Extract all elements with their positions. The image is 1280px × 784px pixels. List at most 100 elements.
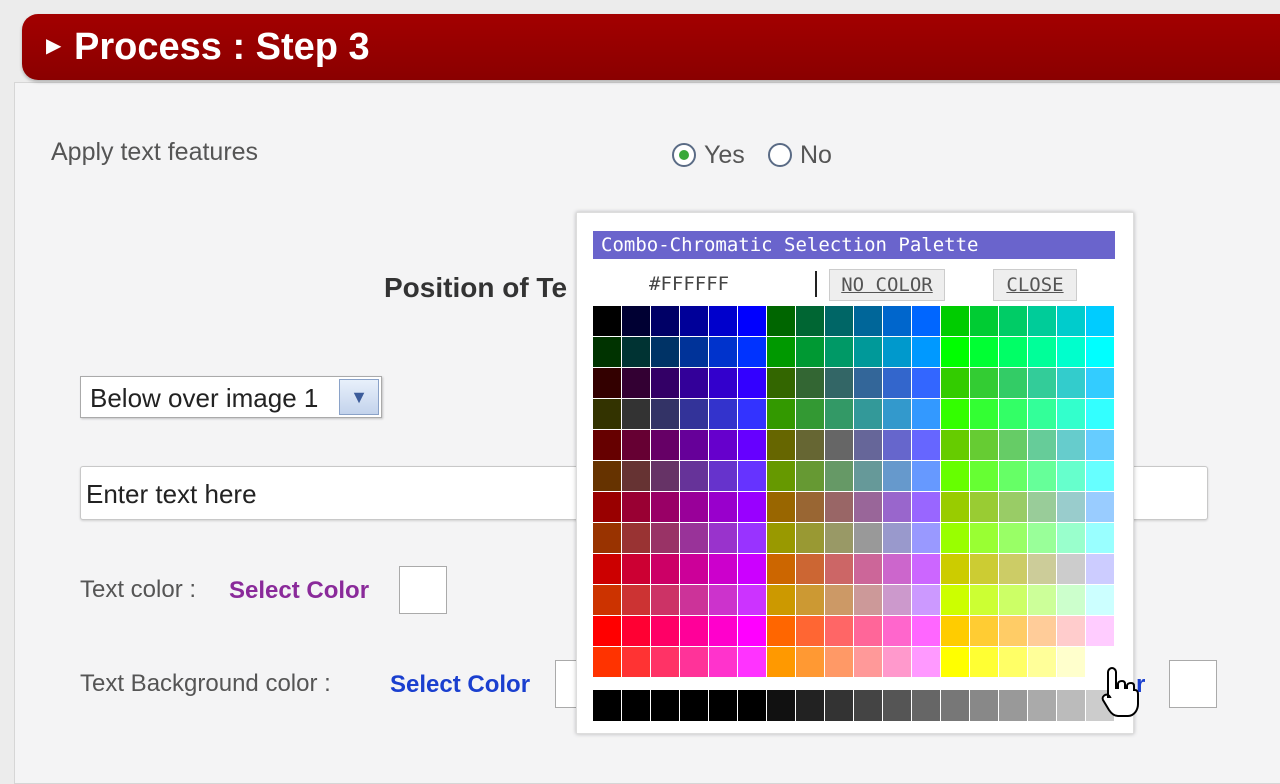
palette-swatch[interactable] (1028, 306, 1056, 336)
text-color-swatch[interactable] (399, 566, 447, 614)
palette-swatch[interactable] (825, 616, 853, 646)
palette-swatch[interactable] (912, 337, 940, 367)
palette-swatch[interactable] (1057, 461, 1085, 491)
close-button[interactable]: CLOSE (993, 269, 1077, 301)
palette-swatch[interactable] (709, 430, 737, 460)
palette-swatch[interactable] (593, 306, 621, 336)
palette-swatch[interactable] (593, 492, 621, 522)
palette-swatch[interactable] (1086, 368, 1114, 398)
palette-swatch[interactable] (767, 337, 795, 367)
palette-swatch[interactable] (738, 523, 766, 553)
palette-swatch[interactable] (970, 616, 998, 646)
palette-swatch[interactable] (883, 492, 911, 522)
palette-swatch[interactable] (999, 616, 1027, 646)
palette-swatch[interactable] (767, 554, 795, 584)
palette-swatch[interactable] (825, 430, 853, 460)
palette-swatch[interactable] (767, 399, 795, 429)
palette-swatch[interactable] (1057, 399, 1085, 429)
palette-swatch[interactable] (883, 616, 911, 646)
palette-swatch[interactable] (651, 461, 679, 491)
palette-gray-swatch[interactable] (999, 690, 1027, 721)
palette-swatch[interactable] (883, 585, 911, 615)
palette-swatch[interactable] (767, 523, 795, 553)
palette-swatch[interactable] (912, 492, 940, 522)
palette-gray-swatch[interactable] (970, 690, 998, 721)
palette-swatch[interactable] (854, 554, 882, 584)
palette-swatch[interactable] (825, 461, 853, 491)
palette-swatch[interactable] (1028, 368, 1056, 398)
palette-swatch[interactable] (912, 399, 940, 429)
palette-swatch[interactable] (825, 523, 853, 553)
palette-swatch[interactable] (999, 337, 1027, 367)
palette-swatch[interactable] (883, 430, 911, 460)
palette-swatch[interactable] (651, 647, 679, 677)
palette-swatch[interactable] (680, 306, 708, 336)
palette-swatch[interactable] (622, 554, 650, 584)
palette-swatch[interactable] (825, 399, 853, 429)
palette-swatch[interactable] (651, 306, 679, 336)
palette-swatch[interactable] (883, 306, 911, 336)
palette-gray-swatch[interactable] (593, 690, 621, 721)
palette-swatch[interactable] (854, 337, 882, 367)
position-select[interactable]: Below over image 1 ▼ (80, 376, 382, 418)
palette-swatch[interactable] (796, 523, 824, 553)
palette-swatch[interactable] (767, 616, 795, 646)
palette-swatch[interactable] (796, 306, 824, 336)
palette-swatch[interactable] (912, 585, 940, 615)
palette-swatch[interactable] (680, 585, 708, 615)
palette-swatch[interactable] (825, 368, 853, 398)
palette-swatch[interactable] (1086, 616, 1114, 646)
palette-swatch[interactable] (912, 461, 940, 491)
palette-swatch[interactable] (1028, 647, 1056, 677)
palette-swatch[interactable] (941, 616, 969, 646)
palette-swatch[interactable] (854, 585, 882, 615)
palette-swatch[interactable] (709, 399, 737, 429)
palette-swatch[interactable] (912, 616, 940, 646)
palette-swatch[interactable] (912, 554, 940, 584)
palette-swatch[interactable] (680, 492, 708, 522)
palette-swatch[interactable] (999, 647, 1027, 677)
text-bg-color-select-link[interactable]: Select Color (390, 671, 530, 699)
palette-swatch[interactable] (593, 337, 621, 367)
palette-swatch[interactable] (941, 306, 969, 336)
palette-gray-swatch[interactable] (767, 690, 795, 721)
palette-swatch[interactable] (912, 306, 940, 336)
palette-swatch[interactable] (1057, 368, 1085, 398)
palette-swatch[interactable] (1086, 554, 1114, 584)
text-color-select-link[interactable]: Select Color (229, 577, 369, 605)
palette-swatch[interactable] (854, 647, 882, 677)
palette-swatch[interactable] (680, 430, 708, 460)
palette-swatch[interactable] (1028, 554, 1056, 584)
palette-swatch[interactable] (883, 337, 911, 367)
palette-swatch[interactable] (1057, 430, 1085, 460)
palette-swatch[interactable] (854, 523, 882, 553)
palette-swatch[interactable] (709, 492, 737, 522)
palette-swatch[interactable] (970, 399, 998, 429)
palette-swatch[interactable] (825, 492, 853, 522)
palette-swatch[interactable] (883, 647, 911, 677)
palette-swatch[interactable] (825, 585, 853, 615)
palette-swatch[interactable] (796, 554, 824, 584)
palette-swatch[interactable] (651, 616, 679, 646)
radio-yes[interactable]: Yes (672, 138, 745, 172)
palette-swatch[interactable] (738, 616, 766, 646)
palette-swatch[interactable] (912, 430, 940, 460)
palette-swatch[interactable] (622, 337, 650, 367)
palette-swatch[interactable] (1086, 399, 1114, 429)
palette-swatch[interactable] (709, 337, 737, 367)
palette-swatch[interactable] (622, 399, 650, 429)
palette-swatch[interactable] (680, 368, 708, 398)
palette-swatch[interactable] (680, 399, 708, 429)
palette-swatch[interactable] (709, 461, 737, 491)
palette-swatch[interactable] (622, 461, 650, 491)
palette-swatch[interactable] (680, 461, 708, 491)
palette-swatch[interactable] (1028, 430, 1056, 460)
palette-swatch[interactable] (912, 523, 940, 553)
palette-swatch[interactable] (767, 492, 795, 522)
chevron-down-icon[interactable]: ▼ (339, 379, 379, 415)
palette-swatch[interactable] (1086, 585, 1114, 615)
palette-swatch[interactable] (999, 492, 1027, 522)
palette-swatch[interactable] (593, 399, 621, 429)
palette-swatch[interactable] (941, 430, 969, 460)
palette-swatch[interactable] (825, 554, 853, 584)
